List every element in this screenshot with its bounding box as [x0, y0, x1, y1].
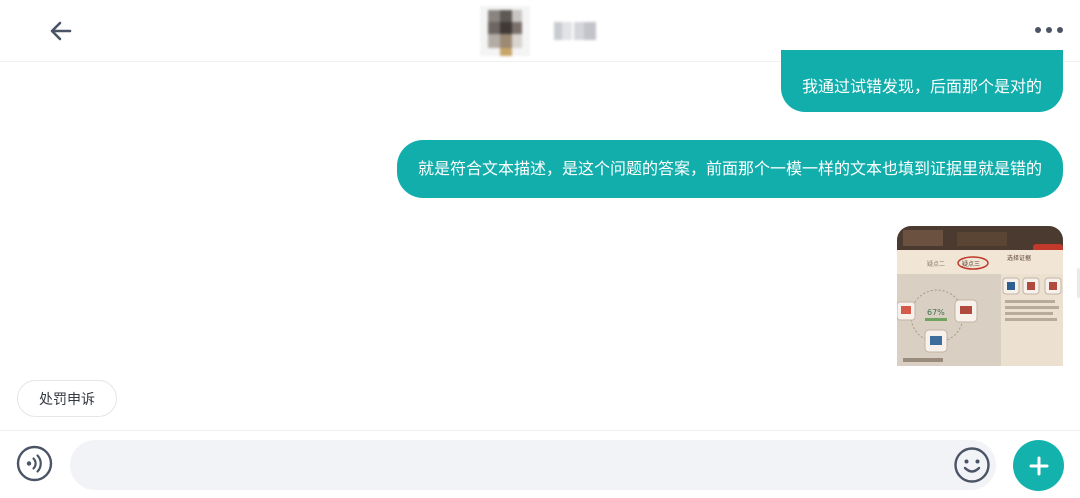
- plus-button[interactable]: [1013, 440, 1064, 491]
- appeal-chip-label: 处罚申诉: [39, 391, 95, 408]
- chat-screen: 我通过试错发现，后面那个是对的 就是符合文本描述，是这个问题的答案，前面那个一模…: [0, 0, 1080, 498]
- message-bubble[interactable]: 就是符合文本描述，是这个问题的答案，前面那个一模一样的文本也填到证据里就是错的: [396, 140, 1063, 198]
- message-input[interactable]: [70, 440, 996, 490]
- plus-icon: [1029, 456, 1048, 475]
- image-percent: 67%: [927, 308, 945, 317]
- voice-button[interactable]: [16, 445, 53, 482]
- image-message[interactable]: 疑点二 疑点三 选择证据 67%: [897, 226, 1063, 366]
- message-text: 我通过试错发现，后面那个是对的: [801, 77, 1042, 96]
- input-bar: [0, 430, 1080, 498]
- appeal-chip[interactable]: 处罚申诉: [17, 380, 117, 417]
- emoji-button[interactable]: [953, 446, 991, 484]
- arrow-left-icon: [50, 21, 72, 41]
- contact-avatar[interactable]: [480, 6, 530, 56]
- emoji-icon: [954, 447, 990, 483]
- more-button[interactable]: [1032, 20, 1066, 40]
- message-bubble[interactable]: 我通过试错发现，后面那个是对的: [780, 50, 1063, 112]
- image-tab-2: 疑点二: [927, 260, 945, 268]
- image-thumbnail: 疑点二 疑点三 选择证据 67%: [897, 226, 1063, 366]
- voice-icon: [16, 445, 53, 482]
- back-button[interactable]: [44, 14, 78, 48]
- contact-name: [550, 18, 602, 44]
- message-text: 就是符合文本描述，是这个问题的答案，前面那个一模一样的文本也填到证据里就是错的: [417, 159, 1042, 178]
- image-header: 选择证据: [1007, 254, 1031, 262]
- more-dots-icon: [1035, 27, 1063, 33]
- image-tab-3: 疑点三: [962, 260, 980, 268]
